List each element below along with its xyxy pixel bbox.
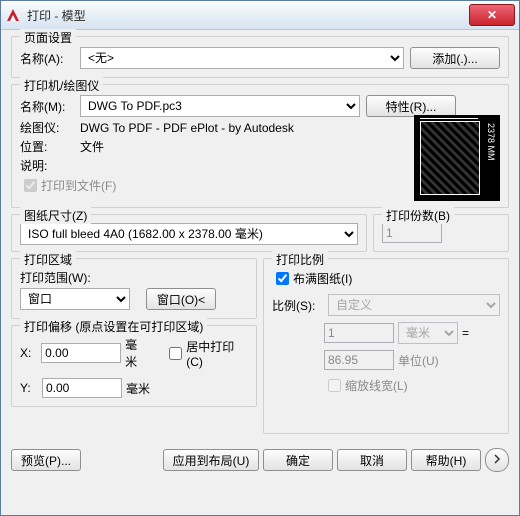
group-copies: 打印份数(B) bbox=[373, 214, 509, 252]
offset-y-unit: 毫米 bbox=[126, 380, 150, 397]
legend-printer: 打印机/绘图仪 bbox=[20, 77, 103, 94]
chevron-right-icon bbox=[492, 453, 502, 467]
legend-paper-size: 图纸尺寸(Z) bbox=[20, 207, 91, 224]
center-plot-label: 居中打印(C) bbox=[186, 338, 248, 369]
group-offset: 打印偏移 (原点设置在可打印区域) X: 毫米 居中打印(C) Y: 毫米 bbox=[11, 325, 257, 407]
group-page-setup: 页面设置 名称(A): <无> 添加(.)... bbox=[11, 36, 509, 78]
legend-copies: 打印份数(B) bbox=[382, 207, 454, 224]
scale-unit2-label: 单位(U) bbox=[398, 352, 439, 369]
cancel-button[interactable]: 取消 bbox=[337, 449, 407, 471]
group-printer: 打印机/绘图仪 名称(M): DWG To PDF.pc3 特性(R)... 绘… bbox=[11, 84, 509, 208]
plotter-value: DWG To PDF - PDF ePlot - by Autodesk bbox=[80, 121, 294, 135]
printer-name-label: 名称(M): bbox=[20, 98, 80, 115]
paper-preview-dim: 2378 MM bbox=[486, 123, 496, 161]
print-to-file-checkbox bbox=[24, 179, 37, 192]
help-button[interactable]: 帮助(H) bbox=[411, 449, 481, 471]
location-value: 文件 bbox=[80, 138, 104, 155]
paper-preview: 2378 MM bbox=[414, 115, 500, 201]
offset-x-input[interactable] bbox=[41, 343, 121, 363]
fit-to-paper-label: 布满图纸(I) bbox=[293, 270, 352, 287]
plot-range-select[interactable]: 窗口 bbox=[20, 288, 130, 310]
printer-props-button[interactable]: 特性(R)... bbox=[366, 95, 456, 117]
apply-layout-button[interactable]: 应用到布局(U) bbox=[163, 449, 259, 471]
dialog-body: 页面设置 名称(A): <无> 添加(.)... 打印机/绘图仪 名称(M): … bbox=[1, 30, 519, 444]
expand-button[interactable] bbox=[485, 448, 509, 472]
desc-label: 说明: bbox=[20, 157, 80, 174]
scale-lineweight-label: 缩放线宽(L) bbox=[345, 377, 408, 394]
scale-label: 比例(S): bbox=[272, 297, 324, 314]
center-plot-checkbox[interactable] bbox=[169, 347, 182, 360]
print-dialog: 打印 - 模型 ✕ 页面设置 名称(A): <无> 添加(.)... 打印机/绘… bbox=[0, 0, 520, 516]
scale-num-input bbox=[324, 323, 394, 343]
legend-offset: 打印偏移 (原点设置在可打印区域) bbox=[20, 318, 207, 335]
footer: 预览(P)... 应用到布局(U) 确定 取消 帮助(H) bbox=[1, 444, 519, 480]
group-paper-size: 图纸尺寸(Z) ISO full bleed 4A0 (1682.00 x 23… bbox=[11, 214, 367, 252]
print-to-file-label: 打印到文件(F) bbox=[41, 177, 116, 194]
window-pick-button[interactable]: 窗口(O)< bbox=[146, 288, 216, 310]
scale-equals: = bbox=[462, 326, 469, 340]
scale-select: 自定义 bbox=[328, 294, 500, 316]
offset-x-label: X: bbox=[20, 346, 37, 360]
add-button[interactable]: 添加(.)... bbox=[410, 47, 500, 69]
close-icon: ✕ bbox=[487, 8, 497, 22]
group-scale: 打印比例 布满图纸(I) 比例(S): 自定义 毫米 = 单位(U) 缩放线宽(… bbox=[263, 258, 509, 434]
scale-lineweight-checkbox bbox=[328, 379, 341, 392]
offset-x-unit: 毫米 bbox=[125, 336, 148, 370]
preview-button[interactable]: 预览(P)... bbox=[11, 449, 81, 471]
legend-page-setup: 页面设置 bbox=[20, 29, 76, 46]
paper-size-select[interactable]: ISO full bleed 4A0 (1682.00 x 2378.00 毫米… bbox=[20, 223, 358, 245]
printer-name-select[interactable]: DWG To PDF.pc3 bbox=[80, 95, 360, 117]
copies-input bbox=[382, 223, 442, 243]
ok-button[interactable]: 确定 bbox=[263, 449, 333, 471]
paper-preview-sheet bbox=[420, 121, 480, 195]
offset-y-input[interactable] bbox=[42, 378, 122, 398]
legend-scale: 打印比例 bbox=[272, 251, 328, 268]
scale-unit-select: 毫米 bbox=[398, 322, 458, 344]
page-name-select[interactable]: <无> bbox=[80, 47, 404, 69]
legend-plot-area: 打印区域 bbox=[20, 251, 76, 268]
close-button[interactable]: ✕ bbox=[469, 4, 515, 26]
titlebar: 打印 - 模型 ✕ bbox=[1, 1, 519, 30]
location-label: 位置: bbox=[20, 138, 80, 155]
page-name-label: 名称(A): bbox=[20, 50, 80, 67]
scale-den-input bbox=[324, 350, 394, 370]
fit-to-paper-checkbox[interactable] bbox=[276, 272, 289, 285]
autocad-icon bbox=[5, 7, 21, 23]
offset-y-label: Y: bbox=[20, 381, 38, 395]
group-plot-area: 打印区域 打印范围(W): 窗口 窗口(O)< bbox=[11, 258, 257, 319]
window-title: 打印 - 模型 bbox=[27, 7, 469, 24]
plot-range-label: 打印范围(W): bbox=[20, 269, 91, 286]
plotter-label: 绘图仪: bbox=[20, 119, 80, 136]
